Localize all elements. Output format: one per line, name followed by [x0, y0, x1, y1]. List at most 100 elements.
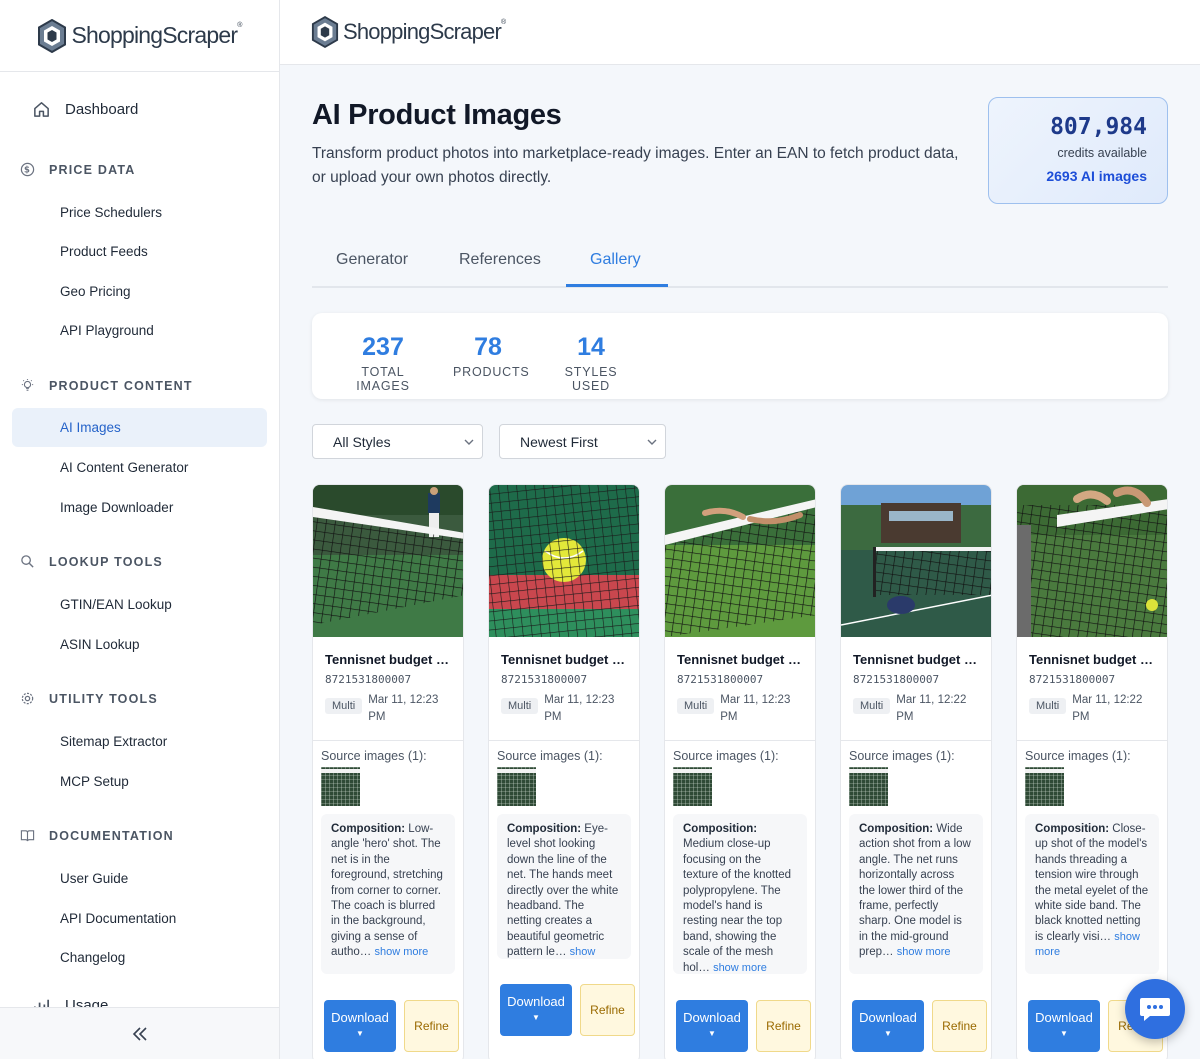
source-images-label: Source images (1):	[321, 749, 427, 763]
refine-button[interactable]: Refine	[580, 984, 635, 1036]
sidebar-item-api-playground[interactable]: API Playground	[12, 311, 267, 350]
gallery-card[interactable]: Tennisnet budget … 8721531800007 Multi M…	[664, 484, 816, 1059]
caret-down-icon: ▼	[884, 1029, 892, 1038]
stat-products: 78 PRODUCTS	[453, 333, 530, 379]
card-info: Tennisnet budget … 8721531800007 Multi M…	[489, 637, 639, 741]
caret-down-icon: ▼	[356, 1029, 364, 1038]
top-bar: ShoppingScraper®	[280, 0, 1200, 65]
stat-total-images: 237 TOTAL IMAGES	[356, 333, 410, 393]
refine-button[interactable]: Refine	[404, 1000, 459, 1052]
card-title: Tennisnet budget …	[853, 652, 977, 667]
chevron-down-icon	[647, 439, 657, 445]
search-icon	[21, 555, 34, 568]
source-image-thumbnail[interactable]	[849, 767, 888, 806]
section-lookup-tools: LOOKUP TOOLS	[20, 554, 163, 569]
active-tab-indicator	[566, 284, 668, 287]
download-button[interactable]: Download ▼	[1028, 1000, 1100, 1052]
card-title: Tennisnet budget …	[1029, 652, 1153, 667]
home-icon	[34, 102, 49, 117]
sidebar-logo[interactable]: ShoppingScraper®	[0, 0, 279, 72]
lightbulb-icon	[21, 378, 34, 391]
chat-button[interactable]	[1125, 979, 1185, 1039]
card-title: Tennisnet budget …	[501, 652, 625, 667]
section-price-data: $ PRICE DATA	[20, 162, 136, 177]
product-image[interactable]	[1017, 485, 1168, 637]
style-badge: Multi	[325, 698, 363, 714]
sidebar-item-ai-images[interactable]: AI Images	[12, 408, 267, 447]
sidebar-item-asin-lookup[interactable]: ASIN Lookup	[12, 625, 267, 664]
style-badge: Multi	[501, 698, 539, 714]
sidebar-item-user-guide[interactable]: User Guide	[12, 859, 267, 898]
card-ean: 8721531800007	[853, 673, 940, 686]
sidebar-item-geo-pricing[interactable]: Geo Pricing	[12, 272, 267, 311]
source-image-thumbnail[interactable]	[321, 767, 360, 806]
product-image[interactable]	[665, 485, 816, 637]
sidebar-item-changelog[interactable]: Changelog	[12, 938, 267, 977]
gallery-card[interactable]: Tennisnet budget … 8721531800007 Multi M…	[312, 484, 464, 1059]
section-utility-tools: UTILITY TOOLS	[20, 691, 158, 706]
card-date: Mar 11, 12:23 PM	[368, 694, 439, 723]
double-chevron-left-icon	[132, 1026, 147, 1041]
dollar-circle-icon: $	[20, 162, 35, 177]
tab-bar: Generator References Gallery	[312, 235, 1168, 288]
product-image[interactable]	[841, 485, 992, 637]
download-button[interactable]: Download ▼	[500, 984, 572, 1036]
product-image[interactable]	[489, 485, 640, 637]
sidebar-item-api-documentation[interactable]: API Documentation	[12, 899, 267, 938]
sidebar: ShoppingScraper® Dashboard $ PRICE DATA …	[0, 0, 280, 1059]
download-button[interactable]: Download ▼	[852, 1000, 924, 1052]
gallery-card[interactable]: Tennisnet budget … 8721531800007 Multi M…	[488, 484, 640, 1059]
show-more-link[interactable]: show more	[713, 962, 767, 974]
sidebar-item-label: Dashboard	[65, 101, 139, 118]
composition-text: Composition: Wide action shot from a low…	[849, 814, 983, 974]
show-more-link[interactable]: show more	[374, 946, 428, 958]
sidebar-item-gtin-ean-lookup[interactable]: GTIN/EAN Lookup	[12, 585, 267, 624]
composition-text: Composition: Close-up shot of the model'…	[1025, 814, 1159, 974]
caret-down-icon: ▼	[532, 1013, 540, 1022]
sidebar-item-price-schedulers[interactable]: Price Schedulers	[12, 193, 267, 232]
source-images-label: Source images (1):	[673, 749, 779, 763]
card-ean: 8721531800007	[501, 673, 588, 686]
style-badge: Multi	[1029, 698, 1067, 714]
card-info: Tennisnet budget … 8721531800007 Multi M…	[665, 637, 815, 741]
sort-select[interactable]: Newest First	[499, 424, 666, 459]
sidebar-item-image-downloader[interactable]: Image Downloader	[12, 488, 267, 527]
sidebar-item-sitemap-extractor[interactable]: Sitemap Extractor	[12, 722, 267, 761]
sidebar-item-dashboard[interactable]: Dashboard	[32, 100, 138, 119]
style-badge: Multi	[853, 698, 891, 714]
tab-references[interactable]: References	[459, 251, 541, 269]
card-date: Mar 11, 12:22 PM	[896, 694, 967, 723]
download-button[interactable]: Download ▼	[324, 1000, 396, 1052]
source-image-thumbnail[interactable]	[673, 767, 712, 806]
credits-card: 807,984 credits available 2693 AI images	[988, 97, 1168, 204]
composition-text: Composition: Low-angle 'hero' shot. The …	[321, 814, 455, 974]
source-image-thumbnail[interactable]	[1025, 767, 1064, 806]
style-badge: Multi	[677, 698, 715, 714]
card-info: Tennisnet budget … 8721531800007 Multi M…	[841, 637, 991, 741]
sidebar-item-mcp-setup[interactable]: MCP Setup	[12, 762, 267, 801]
gallery-card[interactable]: Tennisnet budget … 8721531800007 Multi M…	[840, 484, 992, 1059]
chart-icon	[33, 999, 50, 1007]
refine-button[interactable]: Refine	[932, 1000, 987, 1052]
brand-name: ShoppingScraper®	[71, 22, 242, 48]
svg-text:$: $	[24, 165, 31, 175]
download-button[interactable]: Download ▼	[676, 1000, 748, 1052]
style-filter-select[interactable]: All Styles	[312, 424, 483, 459]
header-logo[interactable]: ShoppingScraper®	[311, 16, 506, 48]
show-more-link[interactable]: show more	[897, 946, 951, 958]
product-image[interactable]	[313, 485, 464, 637]
gallery-card[interactable]: Tennisnet budget … 8721531800007 Multi M…	[1016, 484, 1168, 1059]
collapse-sidebar-button[interactable]	[0, 1007, 279, 1059]
card-ean: 8721531800007	[677, 673, 764, 686]
tab-gallery[interactable]: Gallery	[590, 251, 641, 269]
sidebar-item-ai-content-generator[interactable]: AI Content Generator	[12, 448, 267, 487]
sidebar-item-product-feeds[interactable]: Product Feeds	[12, 232, 267, 271]
sidebar-item-usage[interactable]: Usage	[32, 996, 108, 1007]
brand-hexagon-icon	[311, 16, 339, 48]
card-date: Mar 11, 12:23 PM	[544, 694, 615, 723]
gear-icon	[21, 692, 34, 705]
source-image-thumbnail[interactable]	[497, 767, 536, 806]
refine-button[interactable]: Refine	[756, 1000, 811, 1052]
caret-down-icon: ▼	[708, 1029, 716, 1038]
tab-generator[interactable]: Generator	[336, 251, 408, 269]
